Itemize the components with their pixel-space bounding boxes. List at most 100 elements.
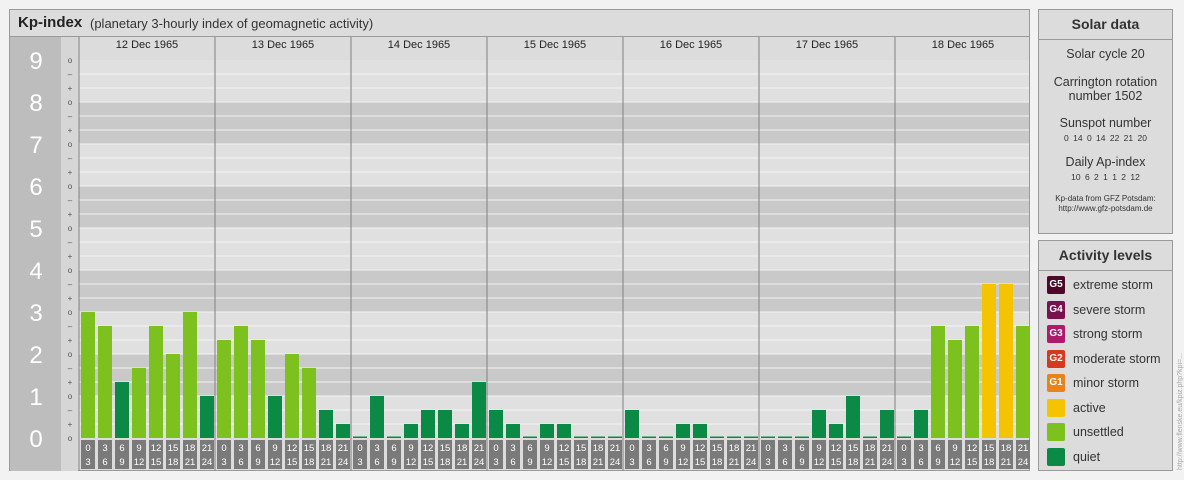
minor-tick-label: o bbox=[68, 56, 73, 65]
kp-bar bbox=[778, 436, 792, 438]
interval-start-label: 0 bbox=[357, 443, 362, 454]
interval-end-label: 18 bbox=[576, 457, 587, 468]
kp-bar bbox=[761, 436, 775, 438]
interval-end-label: 18 bbox=[304, 457, 315, 468]
ap-index-label: Daily Ap-index bbox=[1065, 155, 1146, 169]
interval-end-label: 9 bbox=[255, 457, 260, 468]
interval-start-label: 15 bbox=[168, 443, 179, 454]
interval-end-label: 6 bbox=[374, 457, 379, 468]
kp-bar bbox=[183, 312, 197, 438]
minor-tick-label: + bbox=[68, 336, 73, 345]
interval-start-label: 15 bbox=[848, 443, 859, 454]
interval-end-label: 18 bbox=[168, 457, 179, 468]
kp-bar bbox=[438, 409, 452, 438]
day-label: 16 Dec 1965 bbox=[660, 39, 722, 51]
legend-label: unsettled bbox=[1073, 425, 1124, 439]
interval-start-label: 9 bbox=[816, 443, 821, 454]
kp-band-4 bbox=[79, 228, 1029, 270]
interval-end-label: 21 bbox=[185, 457, 196, 468]
interval-end-label: 24 bbox=[610, 457, 621, 468]
interval-end-label: 9 bbox=[935, 457, 940, 468]
kp-band-7 bbox=[79, 102, 1029, 144]
data-credit: Kp-data from GFZ Potsdam: http://www.gfz… bbox=[1039, 194, 1172, 214]
minor-tick-label: + bbox=[68, 210, 73, 219]
interval-start-label: 9 bbox=[952, 443, 957, 454]
kp-bar bbox=[200, 396, 214, 438]
kp-bar bbox=[336, 424, 350, 438]
kp-bar bbox=[880, 409, 894, 438]
y-tick-label: 4 bbox=[29, 258, 42, 285]
legend-swatch bbox=[1047, 447, 1065, 466]
kp-bar bbox=[81, 312, 95, 438]
legend-swatch: G3 bbox=[1047, 325, 1065, 343]
interval-end-label: 21 bbox=[593, 457, 604, 468]
interval-end-label: 12 bbox=[542, 457, 553, 468]
interval-end-label: 9 bbox=[527, 457, 532, 468]
minor-tick-label: o bbox=[68, 182, 73, 191]
interval-start-label: 18 bbox=[457, 443, 468, 454]
minor-tick-label: – bbox=[68, 322, 73, 331]
minor-tick-label: + bbox=[68, 168, 73, 177]
interval-start-label: 6 bbox=[119, 443, 124, 454]
interval-start-label: 3 bbox=[510, 443, 515, 454]
kp-bar bbox=[540, 424, 554, 438]
interval-start-label: 12 bbox=[151, 443, 162, 454]
kp-bar bbox=[846, 396, 860, 438]
interval-start-label: 18 bbox=[185, 443, 196, 454]
kp-bar bbox=[982, 283, 996, 438]
interval-end-label: 24 bbox=[746, 457, 757, 468]
interval-start-label: 15 bbox=[984, 443, 995, 454]
interval-start-label: 18 bbox=[729, 443, 740, 454]
title-bar: Kp-index (planetary 3-hourly index of ge… bbox=[10, 10, 1029, 37]
interval-start-label: 18 bbox=[865, 443, 876, 454]
minor-tick-label: o bbox=[68, 266, 73, 275]
carrington-rotation-line2: number 1502 bbox=[1068, 89, 1143, 103]
chart-title: Kp-index bbox=[18, 14, 83, 31]
interval-end-label: 3 bbox=[493, 457, 498, 468]
kp-bar bbox=[608, 436, 622, 438]
kp-bar bbox=[863, 436, 877, 438]
minor-tick-label: – bbox=[68, 364, 73, 373]
kp-bar bbox=[931, 325, 945, 438]
interval-start-label: 18 bbox=[1001, 443, 1012, 454]
interval-start-label: 3 bbox=[102, 443, 107, 454]
kp-bar bbox=[659, 436, 673, 438]
kp-bar bbox=[234, 325, 248, 438]
kp-bar bbox=[642, 436, 656, 438]
interval-start-label: 15 bbox=[304, 443, 315, 454]
minor-tick-label: – bbox=[68, 406, 73, 415]
interval-end-label: 15 bbox=[695, 457, 706, 468]
interval-end-label: 18 bbox=[712, 457, 723, 468]
interval-end-label: 21 bbox=[729, 457, 740, 468]
kp-bar bbox=[676, 424, 690, 438]
interval-end-label: 18 bbox=[440, 457, 451, 468]
interval-start-label: 12 bbox=[695, 443, 706, 454]
ap-index-values: 10 6 2 1 1 2 12 bbox=[1071, 172, 1140, 182]
interval-end-label: 21 bbox=[1001, 457, 1012, 468]
legend-item-active: active bbox=[1047, 398, 1106, 418]
watermark-text: http://www.flenske.eu/kpiz.php?kpi=... bbox=[1177, 353, 1184, 470]
interval-end-label: 6 bbox=[782, 457, 787, 468]
interval-end-label: 15 bbox=[423, 457, 434, 468]
interval-end-label: 12 bbox=[814, 457, 825, 468]
chart-subtitle: (planetary 3-hourly index of geomagnetic… bbox=[90, 16, 374, 31]
interval-end-label: 3 bbox=[357, 457, 362, 468]
kp-band-6 bbox=[79, 144, 1029, 186]
minor-tick-label: – bbox=[68, 70, 73, 79]
kp-bar bbox=[149, 325, 163, 438]
kp-bar bbox=[455, 424, 469, 438]
legend-item-quiet: quiet bbox=[1047, 447, 1100, 467]
minor-tick-label: + bbox=[68, 252, 73, 261]
kp-band-8 bbox=[79, 60, 1029, 102]
credit-link[interactable]: http://www.gfz-potsdam.de bbox=[1039, 204, 1172, 214]
interval-end-label: 15 bbox=[831, 457, 842, 468]
sunspot-values: 0 14 0 14 22 21 20 bbox=[1064, 133, 1147, 143]
kp-bar bbox=[353, 436, 367, 438]
interval-start-label: 21 bbox=[474, 443, 485, 454]
kp-bar bbox=[217, 340, 231, 438]
kp-band-5 bbox=[79, 186, 1029, 228]
interval-start-label: 18 bbox=[593, 443, 604, 454]
interval-end-label: 12 bbox=[270, 457, 281, 468]
interval-start-label: 6 bbox=[527, 443, 532, 454]
legend-item-severe-storm: G4 severe storm bbox=[1047, 300, 1145, 320]
